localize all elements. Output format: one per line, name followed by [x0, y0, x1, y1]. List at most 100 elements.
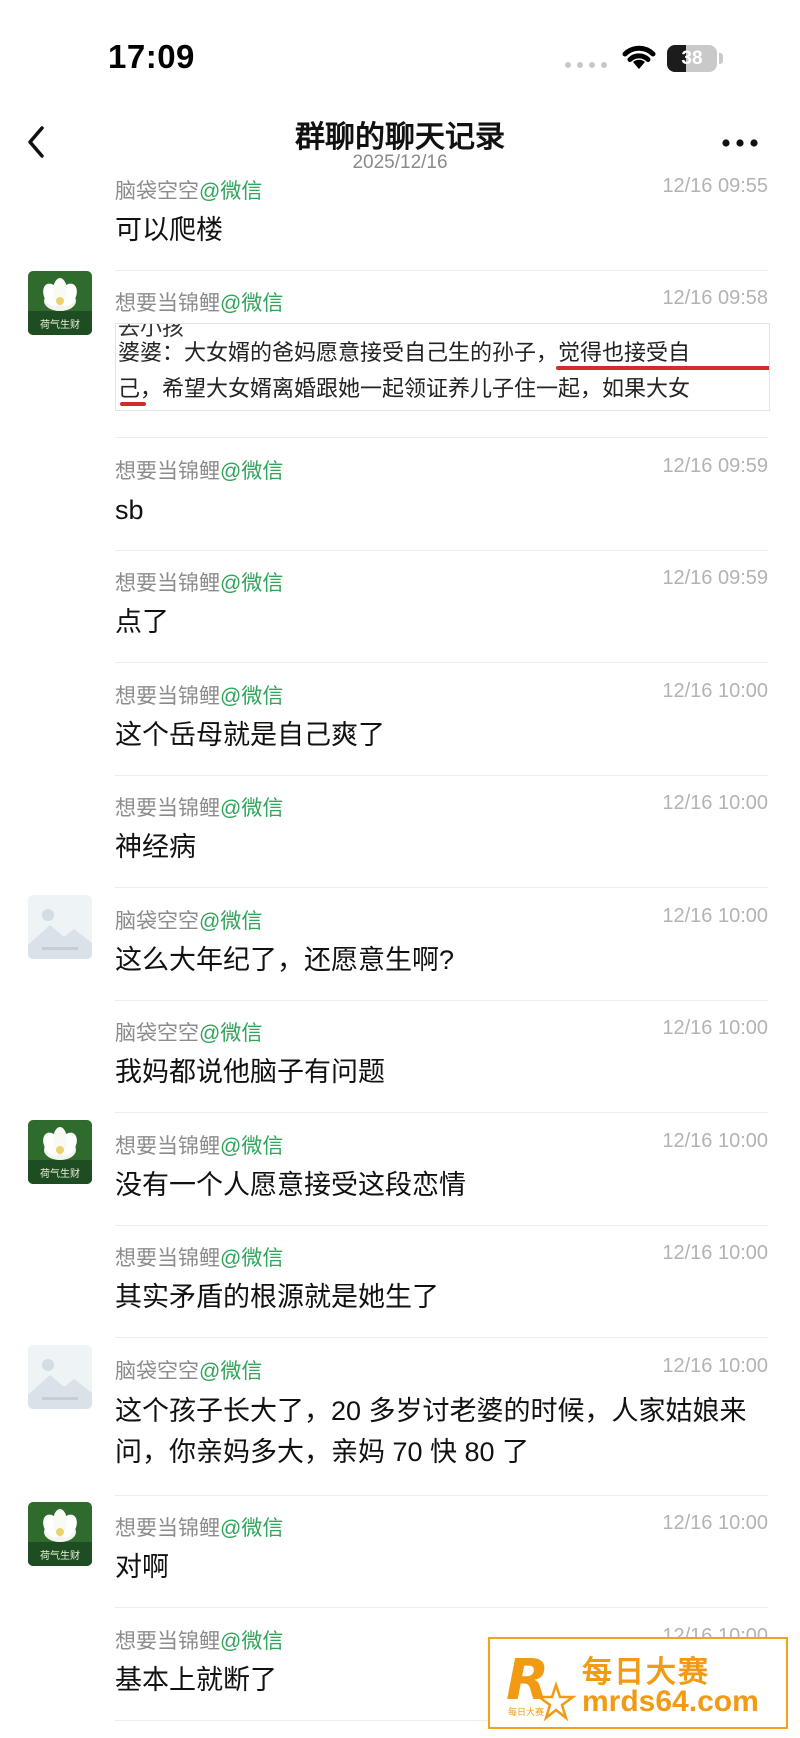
- battery-icon: 38: [667, 45, 717, 72]
- divider: [115, 775, 768, 776]
- message-time: 12/16 09:55: [662, 175, 768, 197]
- quote-line-1: 婆婆：大女婿的爸妈愿意接受自己生的孙子，觉得也接受自: [118, 340, 691, 365]
- avatar-lotus[interactable]: 荷气生财: [28, 1120, 92, 1184]
- svg-text:R: R: [506, 1648, 549, 1713]
- sender-platform: @微信: [220, 1630, 284, 1653]
- red-underline-mark: [556, 366, 769, 370]
- message-time: 12/16 10:00: [662, 1130, 768, 1152]
- avatar-placeholder[interactable]: [28, 895, 92, 959]
- lotus-avatar-icon: 荷气生财: [28, 1120, 92, 1184]
- message-text: 其实矛盾的根源就是她生了: [115, 1282, 439, 1312]
- watermark-url: mrds64.com: [582, 1685, 759, 1718]
- sender-platform: @微信: [199, 1360, 263, 1383]
- sender-platform: @微信: [220, 572, 284, 595]
- divider: [115, 1112, 768, 1113]
- watermark-banner: R 每日大赛 每日大赛 mrds64.com: [488, 1637, 788, 1729]
- message-text: 我妈都说他脑子有问题: [115, 1057, 385, 1087]
- sender-name: 想要当锦鲤: [115, 685, 220, 708]
- message-time: 12/16 10:00: [662, 1512, 768, 1534]
- message-text: 没有一个人愿意接受这段恋情: [115, 1170, 466, 1200]
- divider: [115, 270, 768, 271]
- more-options-icon[interactable]: [720, 138, 760, 148]
- quoted-image-snippet[interactable]: 去小孩 婆婆：大女婿的爸妈愿意接受自己生的孙子，觉得也接受自 己，希望大女婿离婚…: [115, 323, 770, 411]
- sender-line: 脑袋空空@微信: [115, 1017, 262, 1047]
- nav-bar: 群聊的聊天记录 2025/12/16: [0, 100, 800, 180]
- message-time: 12/16 09:59: [662, 567, 768, 589]
- sender-platform: @微信: [199, 180, 263, 203]
- sender-name: 脑袋空空: [115, 1360, 199, 1383]
- sender-platform: @微信: [199, 1022, 263, 1045]
- sender-name: 想要当锦鲤: [115, 1630, 220, 1653]
- message-time: 12/16 10:00: [662, 905, 768, 927]
- sender-line: 想要当锦鲤@微信: [115, 1242, 283, 1272]
- watermark-logo: R 每日大赛: [506, 1648, 577, 1722]
- lotus-avatar-icon: 荷气生财: [28, 271, 92, 335]
- divider: [115, 1607, 768, 1608]
- sender-name: 脑袋空空: [115, 1022, 199, 1045]
- svg-text:荷气生财: 荷气生财: [40, 1549, 80, 1562]
- image-placeholder-icon: [28, 1345, 92, 1409]
- sender-line: 想要当锦鲤@微信: [115, 1130, 283, 1160]
- sender-name: 想要当锦鲤: [115, 1517, 220, 1540]
- message-text: sb: [115, 495, 144, 525]
- quote-line-2: 己，希望大女婿离婚跟她一起领证养儿子住一起，如果大女: [118, 376, 691, 401]
- status-time: 17:09: [108, 38, 195, 75]
- message-text: 可以爬楼: [115, 215, 223, 245]
- message-time: 12/16 10:00: [662, 1017, 768, 1039]
- sender-platform: @微信: [220, 460, 284, 483]
- battery-cap: [719, 53, 723, 64]
- sender-line: 想要当锦鲤@微信: [115, 287, 283, 317]
- red-underline-mark: [120, 402, 146, 406]
- sender-platform: @微信: [220, 292, 284, 315]
- message-time: 12/16 10:00: [662, 792, 768, 814]
- divider: [115, 1495, 768, 1496]
- sender-name: 脑袋空空: [115, 180, 199, 203]
- message-text: 神经病: [115, 832, 196, 862]
- sender-name: 想要当锦鲤: [115, 1135, 220, 1158]
- page-title: 群聊的聊天记录: [295, 121, 505, 154]
- avatar-placeholder[interactable]: [28, 1345, 92, 1409]
- sender-line: 想要当锦鲤@微信: [115, 567, 283, 597]
- sender-name: 想要当锦鲤: [115, 572, 220, 595]
- image-placeholder-icon: [28, 895, 92, 959]
- sender-platform: @微信: [220, 685, 284, 708]
- sender-platform: @微信: [199, 910, 263, 933]
- sender-line: 想要当锦鲤@微信: [115, 1512, 283, 1542]
- message-text: 这么大年纪了，还愿意生啊?: [115, 945, 455, 975]
- sender-line: 脑袋空空@微信: [115, 1355, 262, 1385]
- battery-percent: 38: [681, 48, 703, 69]
- status-bar: 17:09 38: [0, 0, 800, 110]
- message-text: 点了: [115, 607, 169, 637]
- page-date: 2025/12/16: [352, 152, 448, 173]
- message-time: 12/16 10:00: [662, 1355, 768, 1377]
- avatar-lotus[interactable]: 荷气生财: [28, 271, 92, 335]
- message-time: 12/16 10:00: [662, 1242, 768, 1264]
- sender-name: 想要当锦鲤: [115, 292, 220, 315]
- sender-line: 想要当锦鲤@微信: [115, 680, 283, 710]
- cellular-signal-icon: [565, 62, 607, 68]
- lotus-avatar-icon: 荷气生财: [28, 1502, 92, 1566]
- sender-platform: @微信: [220, 1135, 284, 1158]
- sender-platform: @微信: [220, 1517, 284, 1540]
- sender-line: 脑袋空空@微信: [115, 175, 262, 205]
- wifi-icon: [622, 45, 656, 69]
- divider: [115, 1000, 768, 1001]
- avatar-lotus[interactable]: 荷气生财: [28, 1502, 92, 1566]
- svg-text:每日大赛: 每日大赛: [508, 1706, 544, 1718]
- divider: [115, 662, 768, 663]
- sender-line: 想要当锦鲤@微信: [115, 1625, 283, 1655]
- sender-line: 想要当锦鲤@微信: [115, 792, 283, 822]
- message-text: 这个孩子长大了，20 多岁讨老婆的时候，人家姑娘来问，你亲妈多大，亲妈 70 快…: [115, 1396, 747, 1467]
- divider: [115, 1337, 768, 1338]
- svg-text:荷气生财: 荷气生财: [40, 1167, 80, 1180]
- message-text: 这个岳母就是自己爽了: [115, 720, 385, 750]
- divider: [115, 437, 768, 438]
- sender-name: 想要当锦鲤: [115, 1247, 220, 1270]
- sender-name: 想要当锦鲤: [115, 460, 220, 483]
- svg-text:荷气生财: 荷气生财: [40, 318, 80, 331]
- sender-line: 脑袋空空@微信: [115, 905, 262, 935]
- message-text: 对啊: [115, 1552, 169, 1582]
- sender-name: 想要当锦鲤: [115, 797, 220, 820]
- message-time: 12/16 09:59: [662, 455, 768, 477]
- message-time: 12/16 09:58: [662, 287, 768, 309]
